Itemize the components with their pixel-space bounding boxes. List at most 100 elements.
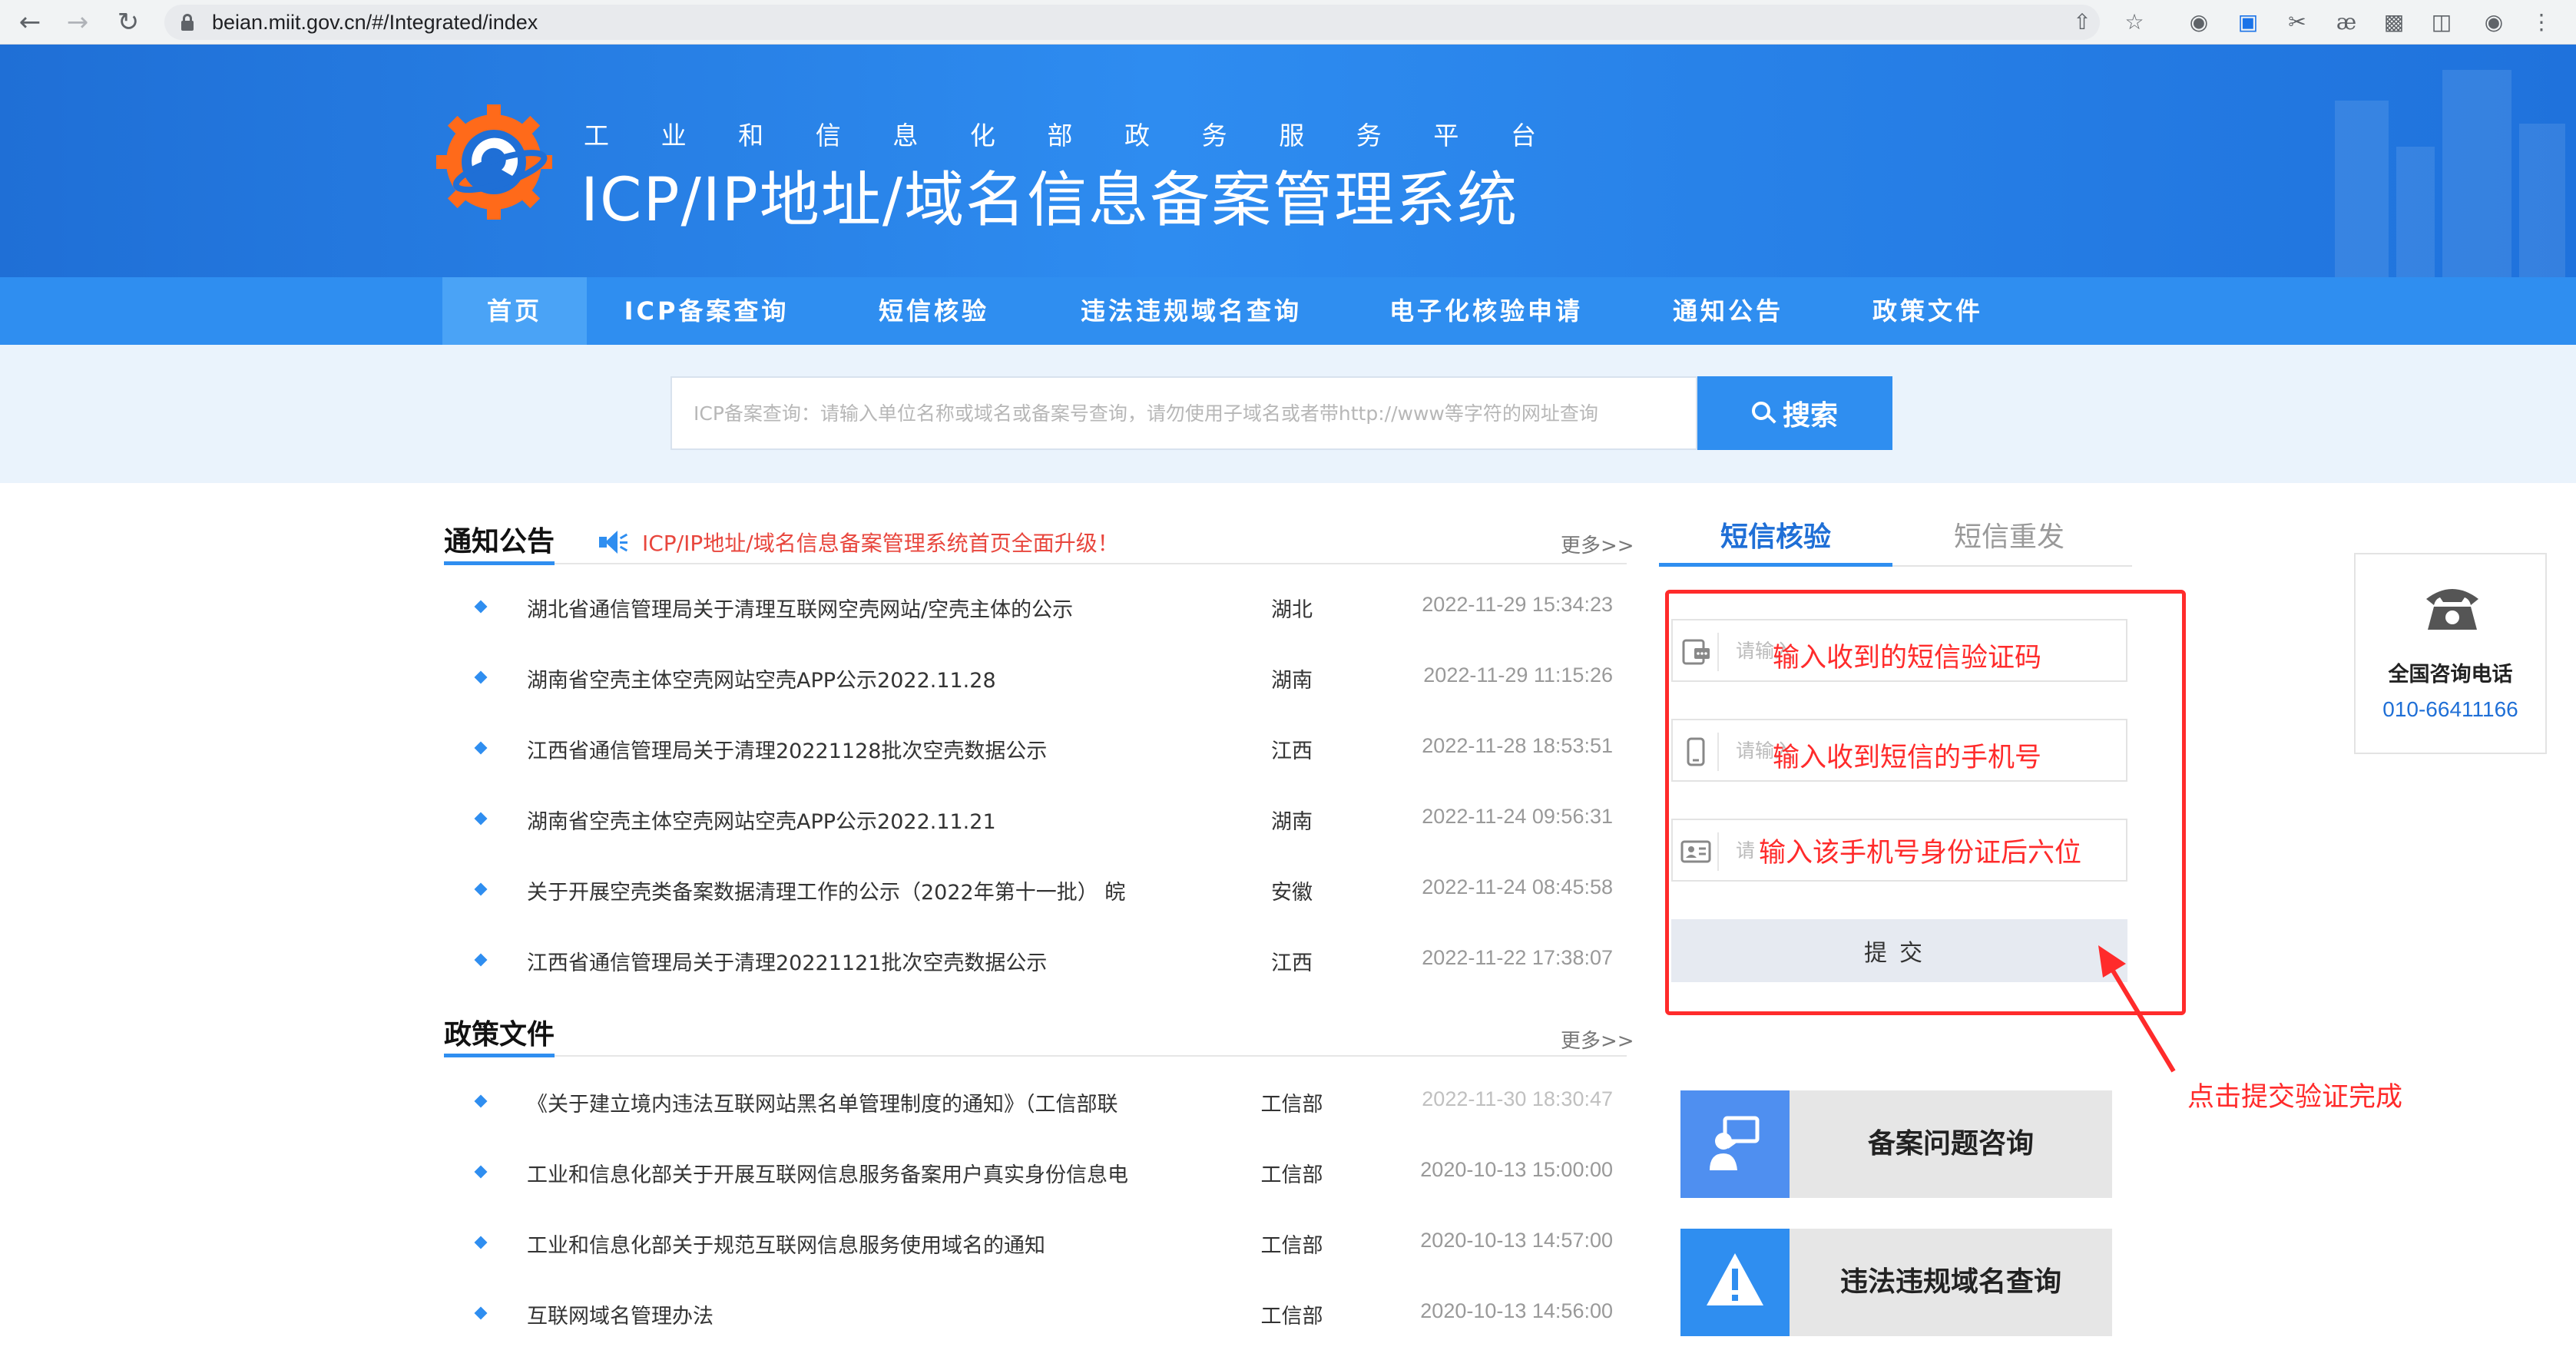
- bullet-icon: [474, 953, 488, 967]
- consult-icon: [1680, 1090, 1790, 1198]
- extension-globe-icon[interactable]: ◉: [2184, 8, 2213, 37]
- search-input[interactable]: [670, 376, 1697, 450]
- notice-region: 江西: [1271, 951, 1313, 975]
- annotation-submit-hint: 点击提交验证完成: [2187, 1082, 2403, 1113]
- bullet-icon: [474, 1306, 488, 1320]
- policy-row[interactable]: 《关于建立境内违法互联网站黑名单管理制度的通知》（工信部联 工信部 2022-1…: [444, 1067, 1627, 1138]
- notice-row[interactable]: 关于开展空壳类备案数据清理工作的公示（2022年第十一批） 皖 安徽 2022-…: [444, 855, 1627, 926]
- notice-title[interactable]: 江西省通信管理局关于清理20221121批次空壳数据公示: [527, 946, 1047, 976]
- search-area: 搜索: [0, 345, 2576, 483]
- extension-ae-icon[interactable]: æ: [2332, 8, 2361, 37]
- reload-icon[interactable]: ↻: [109, 3, 147, 41]
- card-filing-consult[interactable]: 备案问题咨询: [1680, 1090, 2112, 1198]
- subtitle-char: 工: [584, 121, 609, 151]
- search-icon: [1751, 402, 1776, 425]
- main-nav: 首页 ICP备案查询 短信核验 违法违规域名查询 电子化核验申请 通知公告 政策…: [0, 277, 2576, 345]
- notice-title[interactable]: 江西省通信管理局关于清理20221128批次空壳数据公示: [527, 734, 1047, 764]
- notice-row[interactable]: 湖南省空壳主体空壳网站空壳APP公示2022.11.21 湖南 2022-11-…: [444, 785, 1627, 855]
- site-header: 工 业 和 信 息 化 部 政 务 服 务 平 台 ICP/IP地址/域名信息备…: [0, 45, 2576, 277]
- notice-row[interactable]: 江西省通信管理局关于清理20221121批次空壳数据公示 江西 2022-11-…: [444, 926, 1627, 997]
- tab-active-underline: [1659, 563, 1892, 567]
- share-icon[interactable]: ⇧: [2069, 9, 2095, 35]
- notice-title[interactable]: 湖北省通信管理局关于清理互联网空壳网站/空壳主体的公示: [527, 593, 1073, 623]
- subtitle-char: 信: [815, 121, 841, 151]
- tab-sms-verify[interactable]: 短信核验: [1659, 507, 1892, 568]
- policies-more-link[interactable]: 更多>>: [1561, 1025, 1634, 1054]
- policy-row[interactable]: 工业和信息化部关于开展互联网信息服务备案用户真实身份信息电 工信部 2020-1…: [444, 1138, 1627, 1209]
- card-filing-consult-label: 备案问题咨询: [1867, 1128, 2034, 1160]
- bullet-icon: [474, 600, 488, 614]
- section-divider: [444, 1055, 1627, 1057]
- lock-icon[interactable]: [181, 14, 194, 31]
- address-bar[interactable]: beian.miit.gov.cn/#/Integrated/index ⇧: [164, 5, 2100, 40]
- notice-date: 2022-11-24 08:45:58: [1422, 875, 1613, 898]
- nav-item-policies[interactable]: 政策文件: [1851, 277, 2005, 345]
- policy-issuer: 工信部: [1260, 1163, 1323, 1187]
- sms-code-icon: [1682, 639, 1710, 665]
- bullet-icon: [474, 1094, 488, 1108]
- policy-row[interactable]: 工业和信息化部关于规范互联网信息服务使用域名的通知 工信部 2020-10-13…: [444, 1209, 1627, 1279]
- tab-sms-resend[interactable]: 短信重发: [1892, 507, 2126, 568]
- subtitle-char: 息: [892, 121, 919, 151]
- notice-date: 2022-11-22 17:38:07: [1422, 946, 1613, 969]
- nav-item-icp-query[interactable]: ICP备案查询: [607, 277, 806, 345]
- notices-more-link[interactable]: 更多>>: [1561, 530, 1634, 558]
- search-button[interactable]: 搜索: [1697, 376, 1892, 450]
- nav-item-e-verify-apply[interactable]: 电子化核验申请: [1375, 277, 1598, 345]
- policy-title[interactable]: 工业和信息化部关于开展互联网信息服务备案用户真实身份信息电: [527, 1158, 1128, 1188]
- nav-item-sms-verify[interactable]: 短信核验: [857, 277, 1011, 345]
- notice-date: 2022-11-24 09:56:31: [1422, 805, 1613, 828]
- field-divider: [1717, 832, 1719, 871]
- notices-title: 通知公告: [444, 526, 555, 558]
- hotline-label: 全国咨询电话: [2388, 663, 2513, 687]
- search-button-label: 搜索: [1782, 400, 1838, 432]
- notice-flash[interactable]: ICP/IP地址/域名信息备案管理系统首页全面升级！: [599, 527, 1119, 558]
- annotation-mobile: 输入收到短信的手机号: [1773, 743, 2042, 773]
- nav-item-illegal-domain-query[interactable]: 违法违规域名查询: [1065, 277, 1318, 345]
- notice-row[interactable]: 江西省通信管理局关于清理20221128批次空壳数据公示 江西 2022-11-…: [444, 714, 1627, 785]
- url-text: beian.miit.gov.cn/#/Integrated/index: [212, 11, 538, 34]
- notice-title[interactable]: 湖南省空壳主体空壳网站空壳APP公示2022.11.28: [527, 663, 996, 693]
- notice-title[interactable]: 湖南省空壳主体空壳网站空壳APP公示2022.11.21: [527, 805, 996, 835]
- field-divider: [1717, 633, 1719, 671]
- policy-date: 2020-10-13 14:57:00: [1420, 1229, 1613, 1252]
- bullet-icon: [474, 882, 488, 896]
- policy-title[interactable]: 《关于建立境内违法互联网站黑名单管理制度的通知》（工信部联: [527, 1087, 1118, 1117]
- notice-title[interactable]: 关于开展空壳类备案数据清理工作的公示（2022年第十一批） 皖: [527, 875, 1125, 905]
- subtitle-char: 务: [1356, 121, 1382, 151]
- bullet-icon: [474, 1236, 488, 1249]
- nav-item-home[interactable]: 首页: [442, 277, 587, 345]
- policy-date: 2022-11-30 18:30:47: [1422, 1087, 1613, 1110]
- profile-icon[interactable]: ◉: [2479, 8, 2508, 37]
- section-underline: [444, 561, 555, 565]
- policy-row[interactable]: 互联网域名管理办法 工信部 2020-10-13 14:56:00: [444, 1279, 1627, 1350]
- forward-icon[interactable]: →: [58, 3, 97, 41]
- browser-toolbar: ← → ↻ beian.miit.gov.cn/#/Integrated/ind…: [0, 0, 2576, 45]
- policy-issuer: 工信部: [1260, 1234, 1323, 1258]
- skyline-decoration: [2442, 70, 2511, 277]
- site-title: ICP/IP地址/域名信息备案管理系统: [581, 166, 1519, 235]
- notice-row[interactable]: 湖南省空壳主体空壳网站空壳APP公示2022.11.28 湖南 2022-11-…: [444, 644, 1627, 714]
- card-illegal-domain-query[interactable]: 违法违规域名查询: [1680, 1229, 2112, 1336]
- hotline-number[interactable]: 010-66411166: [2356, 697, 2545, 722]
- section-underline: [444, 1054, 555, 1057]
- back-icon[interactable]: ←: [11, 3, 49, 41]
- banner-subtitle: 工 业 和 信 息 化 部 政 务 服 务 平 台: [584, 115, 1536, 152]
- menu-icon[interactable]: ⋮: [2527, 8, 2556, 37]
- extension-s-icon[interactable]: ▣: [2233, 8, 2263, 37]
- subtitle-char: 和: [738, 121, 764, 151]
- notice-region: 安徽: [1271, 881, 1313, 905]
- notice-date: 2022-11-29 15:34:23: [1422, 593, 1613, 616]
- submit-button[interactable]: 提交: [1671, 919, 2127, 982]
- bookmark-star-icon[interactable]: ☆: [2120, 8, 2149, 37]
- subtitle-char: 部: [1047, 121, 1073, 151]
- extension-scissors-icon[interactable]: ✂: [2283, 8, 2312, 37]
- policy-title[interactable]: 工业和信息化部关于规范互联网信息服务使用域名的通知: [527, 1229, 1045, 1259]
- nav-item-notices[interactable]: 通知公告: [1651, 277, 1805, 345]
- sidebar-icon[interactable]: ◫: [2427, 8, 2456, 37]
- notice-row[interactable]: 湖北省通信管理局关于清理互联网空壳网站/空壳主体的公示 湖北 2022-11-2…: [444, 573, 1627, 644]
- mobile-phone-icon: [1687, 737, 1705, 766]
- id-card-icon: [1680, 840, 1711, 863]
- policy-title[interactable]: 互联网域名管理办法: [527, 1299, 714, 1329]
- puzzle-icon[interactable]: ▩: [2379, 8, 2409, 37]
